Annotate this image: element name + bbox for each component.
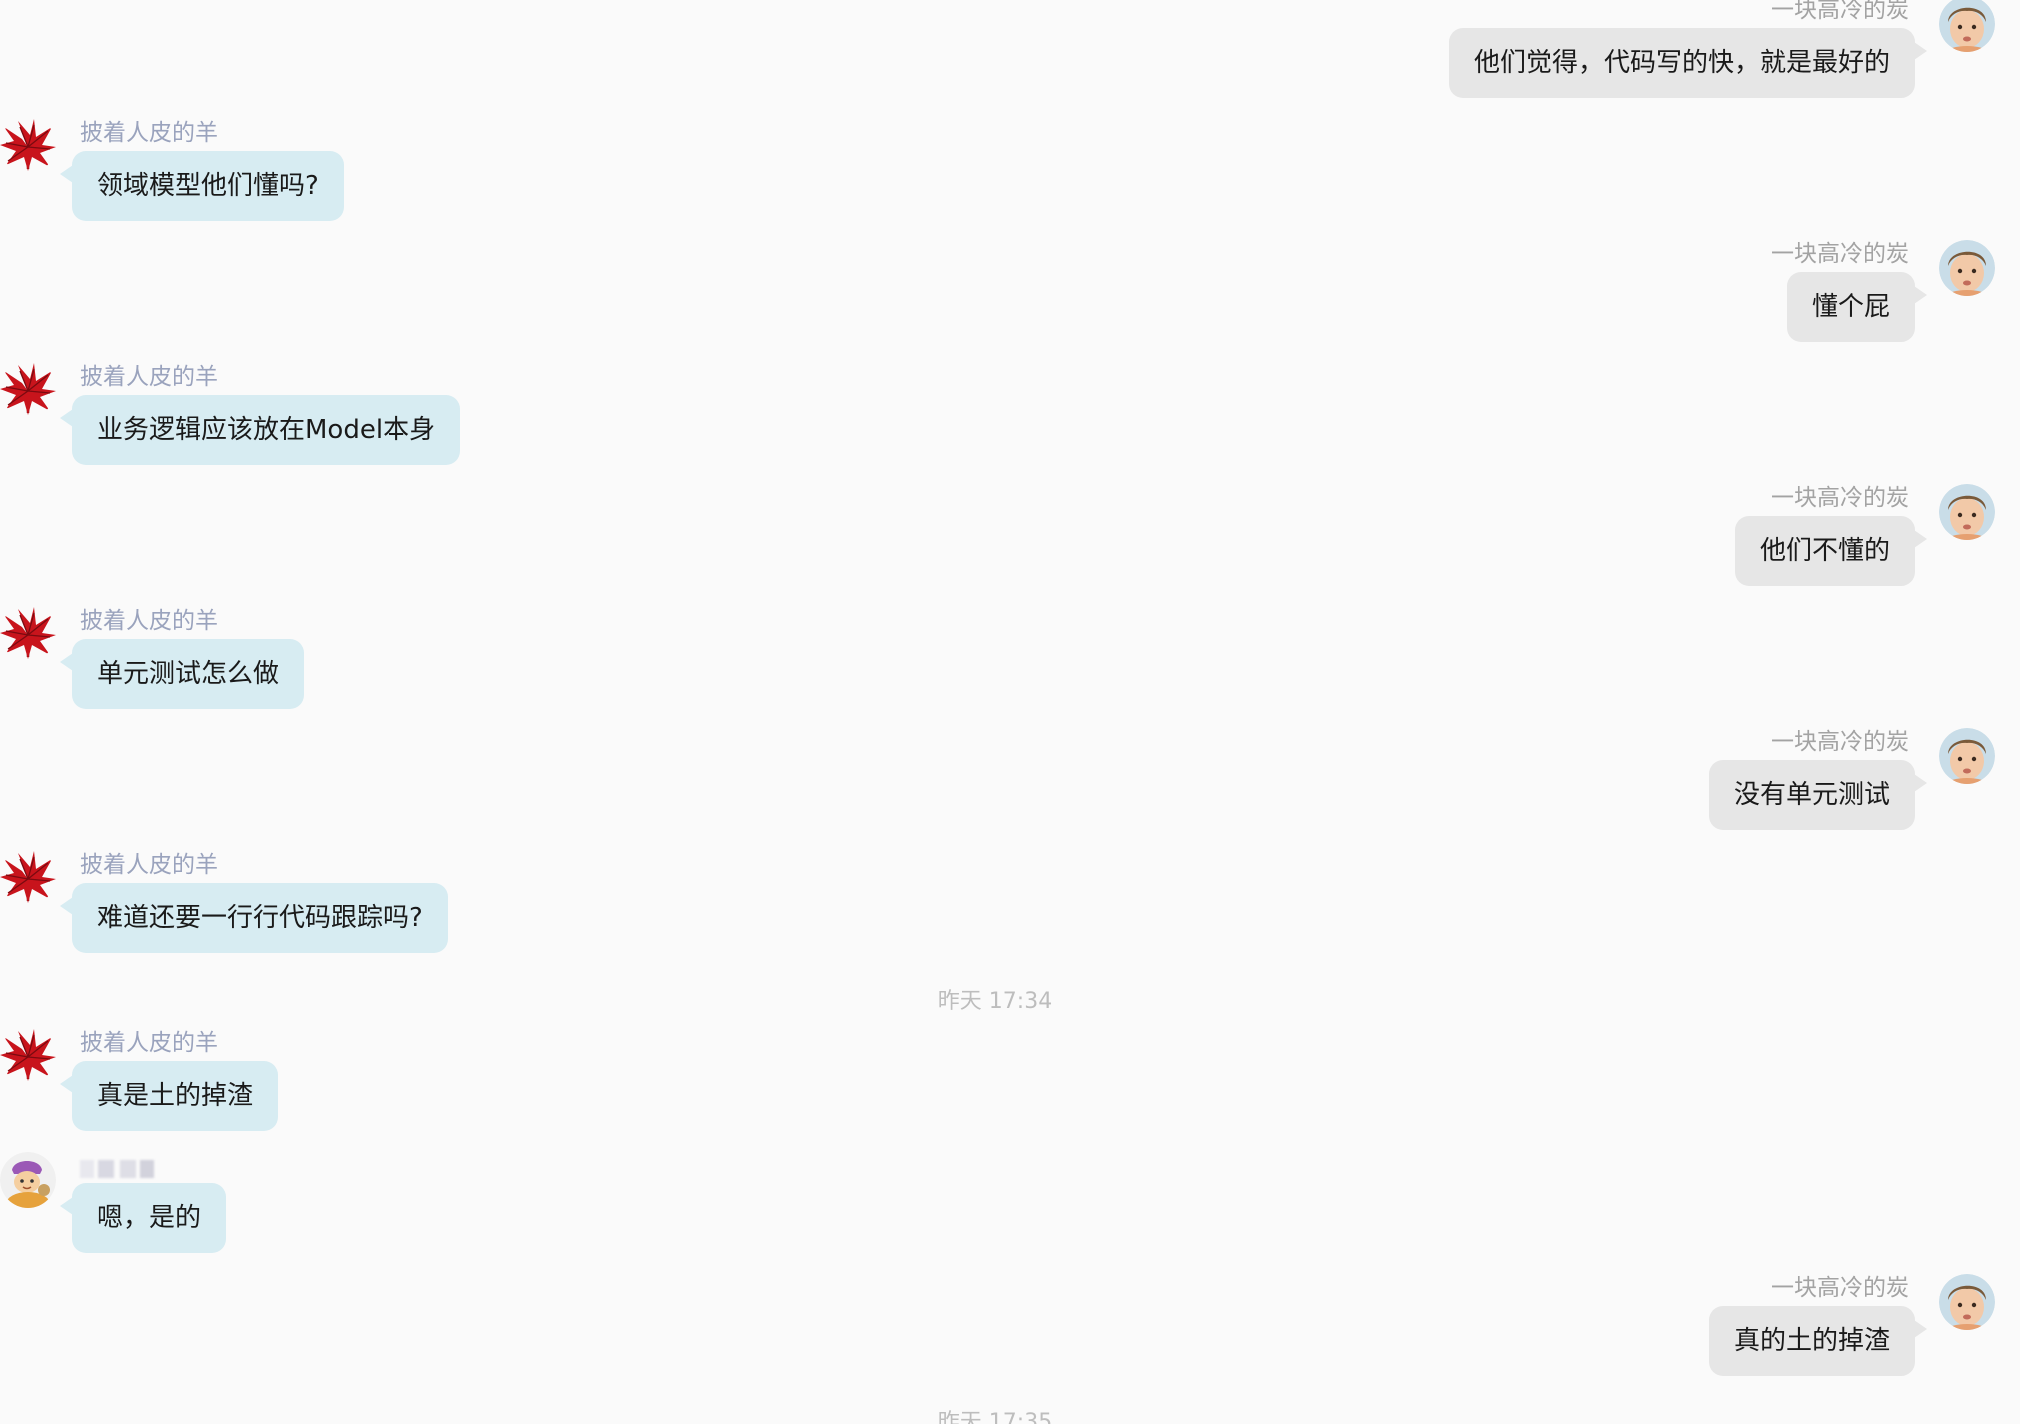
message-bubble[interactable]: 业务逻辑应该放在Model本身 (59, 395, 461, 465)
red-maple-leaf-avatar-icon[interactable] (0, 117, 56, 173)
message-bubble[interactable]: 难道还要一行行代码跟踪吗? (60, 883, 448, 953)
boy-face-avatar-icon[interactable] (1939, 0, 1995, 52)
sender-name: 一块高冷的炭 (1771, 1275, 1909, 1301)
sender-name: 披着人皮的羊 (80, 364, 218, 390)
sender-name: 一块高冷的炭 (1771, 241, 1909, 267)
sender-name: 披着人皮的羊 (80, 852, 218, 878)
message-bubble[interactable]: 没有单元测试 (1708, 760, 1928, 830)
sender-name: 披着人皮的羊 (80, 608, 218, 634)
chat-timestamp: 昨天 17:34 (937, 989, 1053, 1014)
red-maple-leaf-avatar-icon[interactable] (0, 1027, 56, 1083)
boy-face-avatar-icon[interactable] (1939, 240, 1995, 296)
boy-face-avatar-icon[interactable] (1939, 728, 1995, 784)
sender-name: 披着人皮的羊 (80, 120, 218, 146)
sender-name: 一块高冷的炭 (1771, 0, 1909, 23)
boy-face-avatar-icon[interactable] (1939, 484, 1995, 540)
message-bubble[interactable]: 他们觉得，代码写的快，就是最好的 (1448, 28, 1928, 98)
message-bubble[interactable]: 单元测试怎么做 (59, 639, 305, 709)
sender-name: 披着人皮的羊 (80, 1030, 218, 1056)
message-bubble[interactable]: 懂个屁 (1786, 272, 1928, 342)
message-bubble[interactable]: 领域模型他们懂吗? (60, 151, 344, 221)
boy-face-avatar-icon[interactable] (1939, 1274, 1995, 1330)
sender-name: 一块高冷的炭 (1771, 485, 1909, 511)
chat-timestamp: 昨天 17:35 (937, 1410, 1053, 1424)
red-maple-leaf-avatar-icon[interactable] (0, 361, 56, 417)
message-bubble[interactable]: 他们不懂的 (1734, 516, 1928, 586)
message-bubble[interactable]: 真是土的掉渣 (59, 1061, 279, 1131)
message-bubble[interactable]: 真的土的掉渣 (1708, 1306, 1928, 1376)
cartoon-character-avatar-icon[interactable] (0, 1152, 56, 1208)
message-bubble[interactable]: 嗯，是的 (59, 1183, 227, 1253)
sender-name: 一块高冷的炭 (1771, 729, 1909, 755)
blurred-sender-name (80, 1160, 154, 1178)
red-maple-leaf-avatar-icon[interactable] (0, 849, 56, 905)
red-maple-leaf-avatar-icon[interactable] (0, 605, 56, 661)
